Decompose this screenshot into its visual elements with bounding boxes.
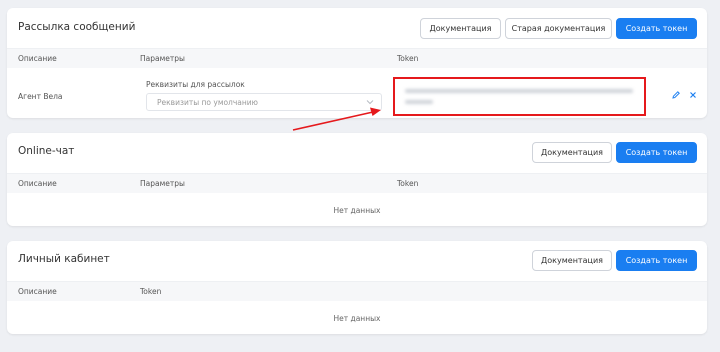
online-chat-title: Online-чат bbox=[18, 145, 75, 157]
online-chat-empty: Нет данных bbox=[333, 206, 381, 215]
cabinet-docs-button[interactable]: Документация bbox=[532, 250, 612, 271]
pencil-icon[interactable] bbox=[671, 90, 681, 100]
params-label: Реквизиты для рассылок bbox=[146, 80, 245, 89]
column-description: Описание bbox=[18, 287, 57, 296]
online-chat-docs-button[interactable]: Документация bbox=[532, 142, 612, 163]
cabinet-table-header: Описание Token bbox=[7, 281, 707, 301]
mailing-old-docs-button[interactable]: Старая документация bbox=[505, 18, 612, 39]
cabinet-create-token-button[interactable]: Создать токен bbox=[616, 250, 697, 271]
token-value[interactable] bbox=[393, 77, 646, 116]
online-chat-create-token-button[interactable]: Создать токен bbox=[616, 142, 697, 163]
table-row: Агент Вела Реквизиты для рассылок Реквиз… bbox=[7, 68, 707, 118]
column-params: Параметры bbox=[140, 54, 185, 63]
column-token: Token bbox=[397, 54, 419, 63]
column-description: Описание bbox=[18, 179, 57, 188]
mailing-card: Рассылка сообщений Документация Старая д… bbox=[7, 8, 707, 118]
mailing-title: Рассылка сообщений bbox=[18, 21, 136, 33]
cabinet-header: Личный кабинет Документация Создать токе… bbox=[7, 241, 707, 281]
mailing-create-token-button[interactable]: Создать токен bbox=[616, 18, 697, 39]
column-description: Описание bbox=[18, 54, 57, 63]
mailing-table-header: Описание Параметры Token bbox=[7, 48, 707, 68]
column-params: Параметры bbox=[140, 179, 185, 188]
chevron-down-icon bbox=[366, 100, 374, 105]
token-blurred-line-1 bbox=[405, 89, 633, 93]
online-chat-header: Online-чат Документация Создать токен bbox=[7, 133, 707, 173]
online-chat-card: Online-чат Документация Создать токен Оп… bbox=[7, 133, 707, 226]
column-token: Token bbox=[397, 179, 419, 188]
cabinet-card: Личный кабинет Документация Создать токе… bbox=[7, 241, 707, 334]
row-description: Агент Вела bbox=[18, 92, 63, 101]
mailing-header: Рассылка сообщений Документация Старая д… bbox=[7, 8, 707, 48]
close-icon[interactable] bbox=[688, 90, 698, 100]
params-select-value: Реквизиты по умолчанию bbox=[157, 98, 258, 107]
token-blurred-line-2 bbox=[405, 100, 433, 104]
column-token: Token bbox=[140, 287, 162, 296]
online-chat-table-header: Описание Параметры Token bbox=[7, 173, 707, 193]
mailing-docs-button[interactable]: Документация bbox=[420, 18, 501, 39]
cabinet-title: Личный кабинет bbox=[18, 253, 110, 265]
cabinet-empty: Нет данных bbox=[333, 314, 381, 323]
params-select[interactable]: Реквизиты по умолчанию bbox=[146, 93, 382, 111]
